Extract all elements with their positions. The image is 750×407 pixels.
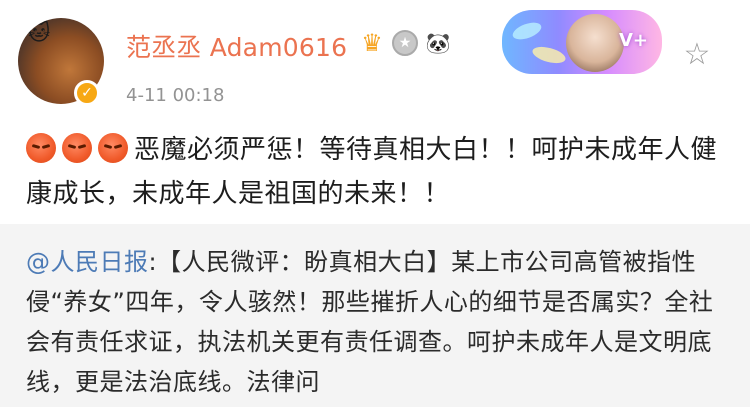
repost-text-container: @人民日报:【人民微评：盼真相大白】某上市公司高管被指性侵“养女”四年，令人骇然… [26, 242, 726, 402]
medal-icon[interactable]: ★ [392, 30, 418, 56]
author-name[interactable]: 范丞丞 Adam0616 [126, 28, 347, 64]
decor-leaf [530, 43, 568, 67]
cat-icon: 🐱 [27, 21, 51, 46]
crown-icon[interactable]: ♛ [358, 29, 386, 57]
repost-box[interactable]: @人民日报:【人民微评：盼真相大白】某上市公司高管被指性侵“养女”四年，令人骇然… [0, 224, 750, 407]
decor-leaf [510, 19, 544, 43]
angry-face-icon [62, 133, 92, 163]
post-text: 恶魔必须严惩！等待真相大白！！呵护未成年人健康成长，未成年人是祖国的未来！！ [26, 135, 718, 209]
badge-group: ♛ ★ 🐼 [358, 26, 452, 60]
vip-banner[interactable]: V+ [502, 10, 662, 74]
star-outline-icon[interactable]: ☆ [680, 38, 714, 72]
panda-icon[interactable]: 🐼 [424, 29, 452, 57]
post-timestamp: 4-11 00:18 [126, 85, 225, 106]
angry-face-icon [26, 133, 56, 163]
post-header: 🐱 ✓ 范丞丞 Adam0616 ♛ ★ 🐼 4-11 00:18 V+ ☆ [0, 0, 750, 120]
verified-badge-icon: ✓ [74, 80, 100, 106]
post-text-container: 恶魔必须严惩！等待真相大白！！呵护未成年人健康成长，未成年人是祖国的未来！！ [26, 128, 726, 216]
post-body: 恶魔必须严惩！等待真相大白！！呵护未成年人健康成长，未成年人是祖国的未来！！ [26, 128, 726, 216]
mention-link[interactable]: @人民日报 [26, 248, 149, 276]
vip-avatar-image [566, 14, 624, 72]
angry-face-icon [98, 133, 128, 163]
vip-label: V+ [618, 30, 648, 51]
